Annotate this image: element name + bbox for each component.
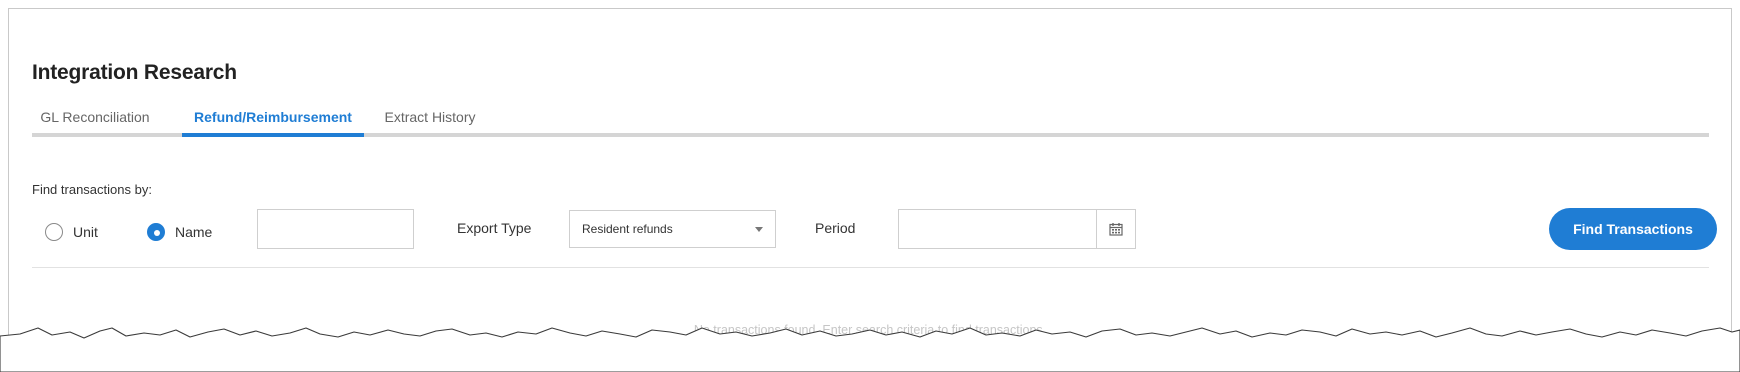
radio-name[interactable]: Name xyxy=(147,221,212,243)
caret-down-icon xyxy=(755,226,763,232)
export-type-label: Export Type xyxy=(457,220,532,236)
page-title: Integration Research xyxy=(32,61,237,84)
torn-edge xyxy=(0,327,1740,372)
export-type-value: Resident refunds xyxy=(582,222,673,236)
radio-name-label: Name xyxy=(175,224,213,240)
integration-research-panel: Integration Research GL Reconciliation R… xyxy=(8,8,1732,365)
tab-bar: GL Reconciliation Refund/Reimbursement E… xyxy=(32,105,1709,137)
radio-unit-circle[interactable] xyxy=(45,223,63,241)
period-input[interactable] xyxy=(899,210,1097,248)
period-field xyxy=(898,209,1136,249)
tab-refund-reimbursement[interactable]: Refund/Reimbursement xyxy=(182,105,364,137)
find-transactions-button[interactable]: Find Transactions xyxy=(1549,208,1717,250)
export-type-select[interactable]: Resident refunds xyxy=(569,210,776,248)
find-transactions-label: Find transactions by: xyxy=(32,182,152,197)
tab-extract-history[interactable]: Extract History xyxy=(374,105,486,137)
period-label: Period xyxy=(815,220,856,236)
radio-name-circle[interactable] xyxy=(147,223,165,241)
tab-gl-reconciliation[interactable]: GL Reconciliation xyxy=(32,105,158,137)
calendar-icon[interactable] xyxy=(1097,210,1135,248)
radio-unit-label: Unit xyxy=(73,224,98,240)
radio-unit[interactable]: Unit xyxy=(45,221,98,243)
name-search-input[interactable] xyxy=(257,209,414,249)
divider xyxy=(32,267,1709,268)
